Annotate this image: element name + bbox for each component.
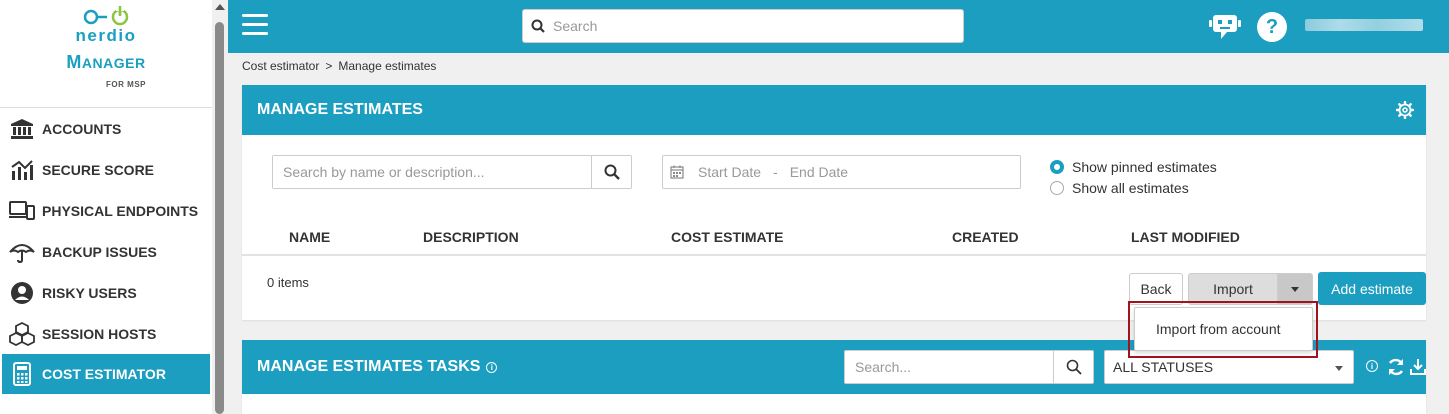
sidebar-item-label: ACCOUNTS [42,120,122,137]
radio-label: Show pinned estimates [1072,158,1217,175]
breadcrumb: Cost estimator > Manage estimates [242,59,436,73]
date-range-picker[interactable]: Start Date - End Date [662,155,1021,189]
estimates-table-header: NAME DESCRIPTION COST ESTIMATE CREATED L… [242,228,1426,256]
sidebar-item-backup-issues[interactable]: BACKUP ISSUES [0,231,212,272]
estimates-search [272,155,632,189]
devices-icon [9,199,35,223]
scroll-up-arrow-icon[interactable] [215,4,225,10]
chart-icon [9,158,35,182]
sidebar-scrollbar[interactable] [212,0,228,414]
breadcrumb-separator: > [325,59,333,73]
sidebar-item-secure-score[interactable]: SECURE SCORE [0,149,212,190]
info-icon[interactable]: i [486,361,498,373]
start-date-field[interactable]: Start Date [698,164,761,180]
add-estimate-button[interactable]: Add estimate [1318,272,1426,305]
caret-down-icon [1291,286,1299,292]
umbrella-icon [9,240,35,264]
breadcrumb-parent[interactable]: Cost estimator [242,59,319,73]
sidebar-item-label: SECURE SCORE [42,161,155,178]
panel-title: MANAGE ESTIMATES TASKS [257,358,481,375]
calendar-icon [670,165,684,179]
calculator-icon [9,362,35,386]
sidebar-item-cost-estimator[interactable]: COST ESTIMATOR [2,354,210,394]
panel-header: MANAGE ESTIMATES [242,85,1426,135]
tasks-search-input[interactable] [845,351,1053,383]
column-header-last-modified[interactable]: LAST MODIFIED [1131,229,1240,245]
radio-show-all[interactable]: Show all estimates [1050,177,1217,198]
radio-label: Show all estimates [1072,179,1189,196]
refresh-icon[interactable] [1386,357,1406,377]
column-header-name[interactable]: NAME [289,229,330,245]
sidebar-nav: ACCOUNTS SECURE SCORE PHYSICAL ENDPOINTS… [0,108,212,394]
sidebar-item-risky-users[interactable]: RISKY USERS [0,272,212,313]
column-header-cost-estimate[interactable]: COST ESTIMATE [671,229,784,245]
cubes-icon [9,321,35,346]
sidebar-item-label: PHYSICAL ENDPOINTS [42,202,199,219]
brand-name: nerdio [75,26,137,45]
info-icon[interactable]: i [1366,360,1378,372]
brand-logo[interactable]: nerdio MANAGER FOR MSP [0,0,212,108]
app-root: nerdio MANAGER FOR MSP ACCOUNTS SECURE S… [0,0,1449,414]
top-bar: ? [228,0,1449,53]
tasks-search-button[interactable] [1053,351,1093,383]
estimates-search-button[interactable] [591,156,631,188]
caret-down-icon [1335,366,1343,371]
user-name-redacted[interactable] [1305,19,1423,31]
global-search-input[interactable] [553,18,943,34]
sidebar-item-label: RISKY USERS [42,284,137,301]
help-icon[interactable]: ? [1257,12,1287,42]
tasks-search [844,350,1094,384]
download-icon[interactable] [1408,357,1428,377]
hamburger-menu-icon[interactable] [242,14,268,36]
sidebar-item-label: BACKUP ISSUES [42,243,157,260]
radio-unchecked-icon [1050,180,1064,195]
sidebar: nerdio MANAGER FOR MSP ACCOUNTS SECURE S… [0,0,212,414]
manage-estimates-panel: MANAGE ESTIMATES Start Date - [242,85,1426,320]
sidebar-item-session-hosts[interactable]: SESSION HOSTS [0,313,212,354]
column-header-created[interactable]: CREATED [952,229,1019,245]
highlight-box [1128,301,1318,358]
breadcrumb-current: Manage estimates [338,59,437,73]
date-separator: - [773,164,778,180]
sidebar-item-accounts[interactable]: ACCOUNTS [0,108,212,149]
product-name: MANAGER [66,52,146,72]
search-icon [604,164,620,180]
pin-filter-radios: Show pinned estimates Show all estimates [1050,156,1217,198]
bank-icon [9,117,35,141]
global-search [522,9,964,43]
items-count: 0 items [267,275,309,290]
radio-show-pinned[interactable]: Show pinned estimates [1050,156,1217,177]
column-header-description[interactable]: DESCRIPTION [423,229,519,245]
radio-checked-icon [1050,159,1064,174]
sidebar-item-label: COST ESTIMATOR [42,366,166,382]
gear-icon[interactable] [1396,101,1414,119]
sidebar-item-label: SESSION HOSTS [42,325,157,342]
product-edition: FOR MSP [106,80,146,89]
search-icon [523,19,553,33]
sidebar-item-physical-endpoints[interactable]: PHYSICAL ENDPOINTS [0,190,212,231]
panel-title: MANAGE ESTIMATES [257,101,423,118]
status-filter-value: ALL STATUSES [1113,359,1214,375]
estimates-search-input[interactable] [273,156,591,188]
end-date-field[interactable]: End Date [790,164,848,180]
user-circle-icon [9,281,35,305]
chat-bot-icon[interactable] [1208,11,1242,41]
scroll-thumb[interactable] [215,22,224,414]
search-icon [1066,359,1082,375]
